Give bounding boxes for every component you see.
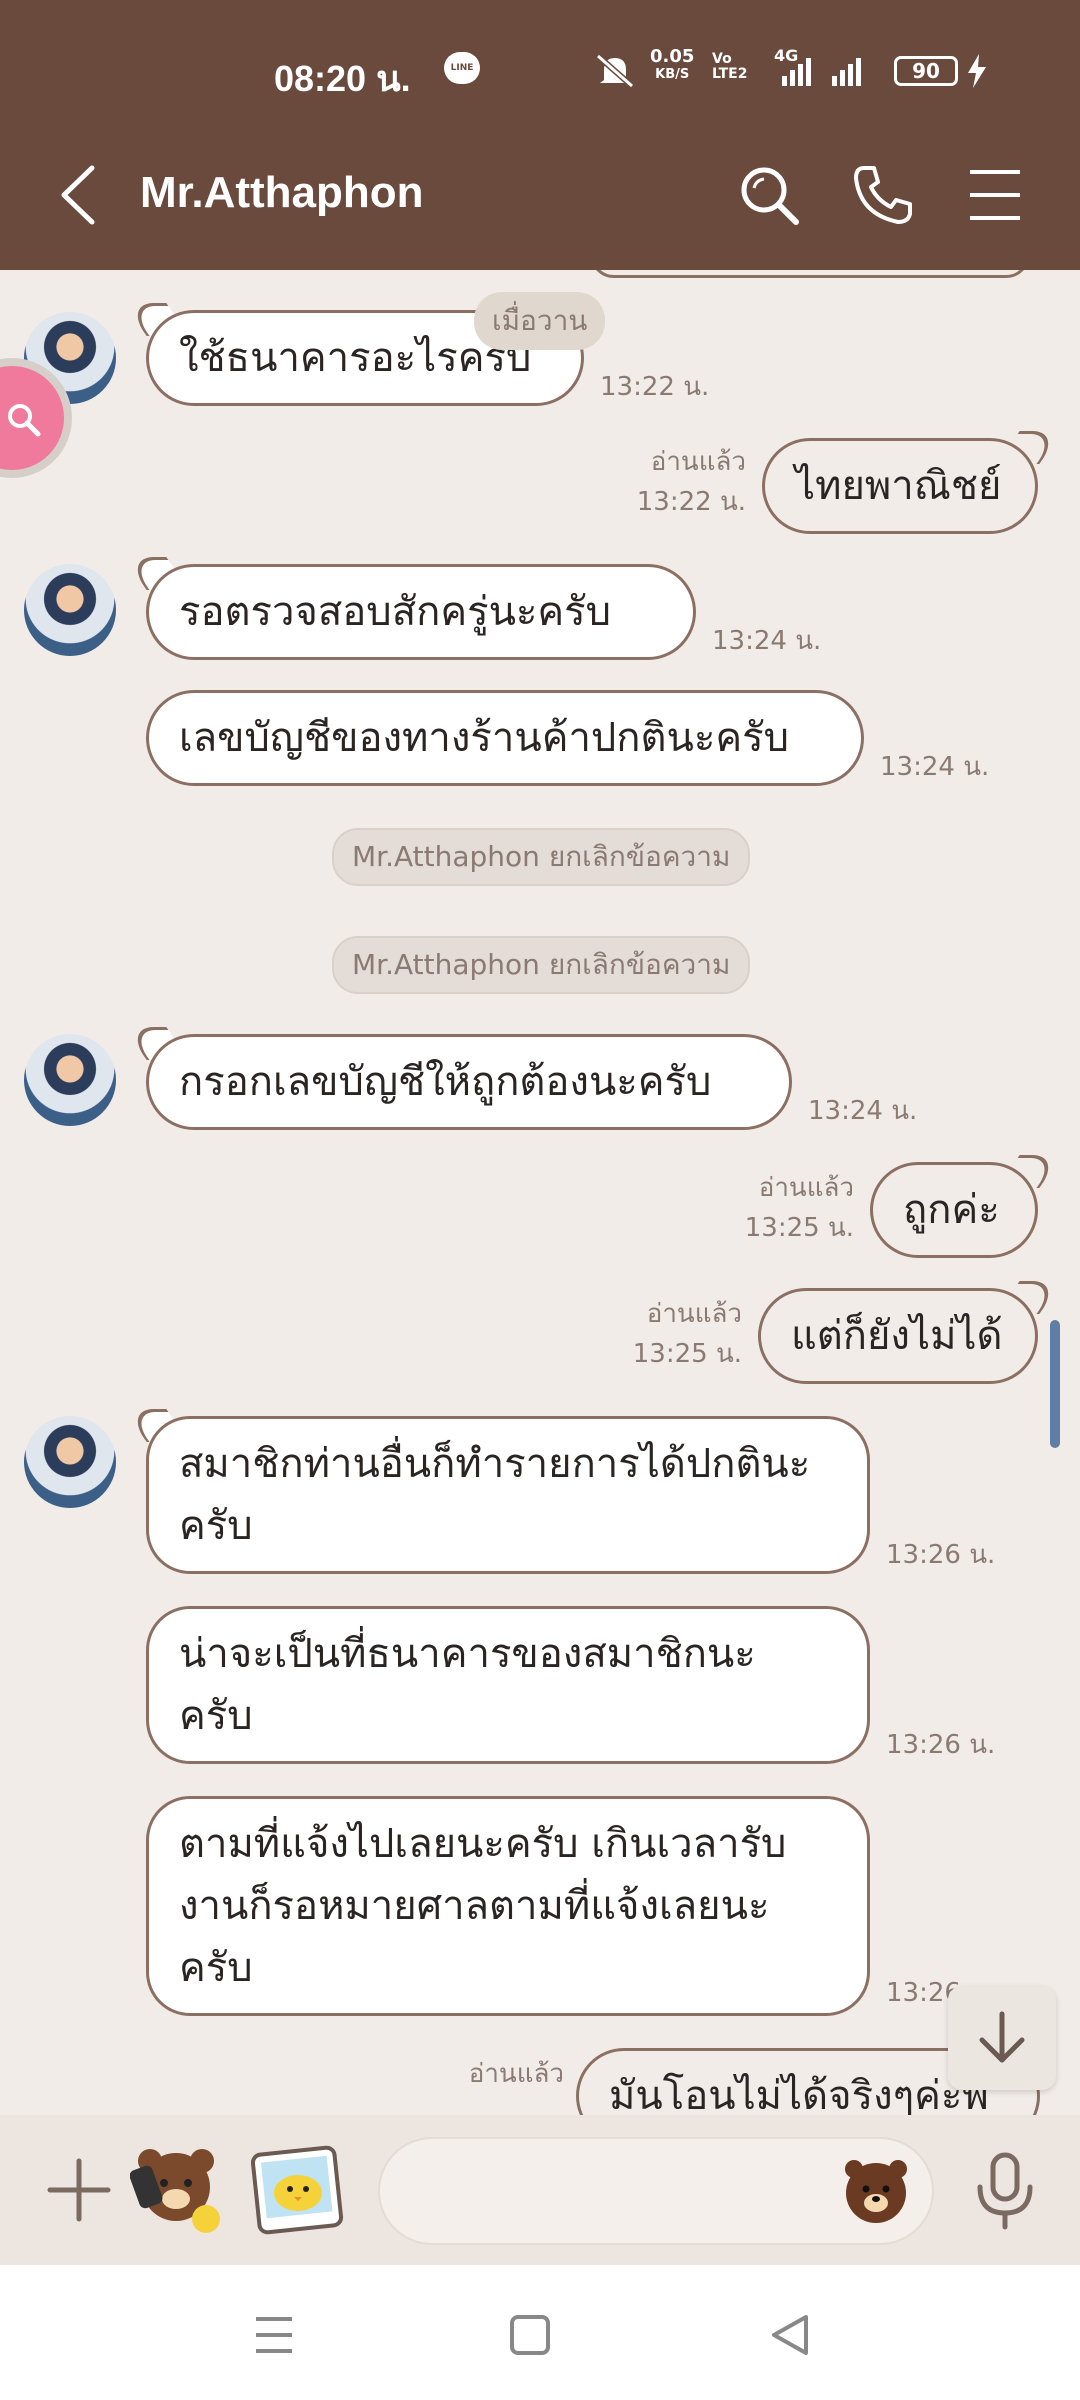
read-receipt: อ่านแล้ว 13:25 น. bbox=[744, 1173, 854, 1243]
read-receipt: อ่านแล้ว 13:22 น. bbox=[636, 447, 746, 517]
message-time: 13:26 น. bbox=[886, 1540, 996, 1570]
message-input-bar bbox=[0, 2115, 1080, 2265]
message-text: ไทยพาณิชย์ bbox=[795, 463, 1002, 509]
line-app-icon: LINE bbox=[444, 52, 480, 84]
scroll-indicator[interactable] bbox=[1050, 1320, 1060, 1448]
message-bubble[interactable]: เลขบัญชีของทางร้านค้าปกติ​นะครับ bbox=[146, 690, 864, 786]
search-icon bbox=[8, 404, 41, 437]
date-label: เมื่อวาน bbox=[474, 292, 606, 350]
avatar[interactable] bbox=[24, 564, 116, 656]
read-receipt: อ่านแล้ว 13:25 น. bbox=[632, 1299, 742, 1369]
message-text: น่าจะเป็นที่ธนาคารของสมาชิกนะ ครับ bbox=[179, 1631, 756, 1739]
message-bubble[interactable]: แต่ก็ยังไม่ได้ bbox=[758, 1288, 1038, 1384]
top-bar: 08:20 น. LINE 0.05 KB/S Vo LTE2 4G 90 Mr… bbox=[0, 0, 1080, 270]
message-text: สมาชิกท่านอื่นก็ทำรายการได้ปกตินะ ครับ bbox=[179, 1441, 811, 1549]
chat-title: Mr.Atthaphon bbox=[140, 168, 424, 217]
mute-icon bbox=[596, 53, 634, 89]
message-text: ถูกค่ะ bbox=[903, 1187, 1000, 1233]
partial-bubble bbox=[590, 270, 1030, 278]
message-text: กรอกเลขบัญชีให้ถูกต้องนะครับ bbox=[179, 1059, 712, 1105]
recent-apps-icon[interactable] bbox=[244, 2305, 304, 2365]
message-time: 13:24 น. bbox=[880, 752, 990, 782]
scroll-to-bottom-button[interactable] bbox=[948, 1986, 1056, 2090]
microphone-icon[interactable] bbox=[970, 2151, 1040, 2231]
message-time: 13:22 น. bbox=[600, 372, 710, 402]
system-nav-bar bbox=[0, 2265, 1080, 2400]
system-message: Mr.Atthaphon ยกเลิกข้อความ bbox=[332, 828, 751, 886]
status-time: 08:20 น. bbox=[274, 58, 411, 99]
chat-area[interactable]: ใช้ธนาคารอะไรครับ เมื่อวาน 13:22 น. อ่าน… bbox=[0, 270, 1080, 2115]
message-bubble[interactable]: ตามที่แจ้งไปเลยนะครับ เกินเวลารับ งานก็ร… bbox=[146, 1796, 870, 2016]
message-text: แต่ก็ยังไม่ได้ bbox=[791, 1313, 1003, 1359]
read-receipt: อ่านแล้ว bbox=[468, 2059, 564, 2089]
sticker-button[interactable] bbox=[130, 2139, 230, 2239]
message-time: 13:24 น. bbox=[808, 1096, 918, 1126]
message-bubble[interactable]: สมาชิกท่านอื่นก็ทำรายการได้ปกตินะ ครับ bbox=[146, 1416, 870, 1574]
system-message: Mr.Atthaphon ยกเลิกข้อความ bbox=[332, 936, 751, 994]
chat-header: Mr.Atthaphon bbox=[0, 150, 1080, 240]
message-bubble[interactable]: ไทยพาณิชย์ bbox=[762, 438, 1038, 534]
message-bubble[interactable]: น่าจะเป็นที่ธนาคารของสมาชิกนะ ครับ bbox=[146, 1606, 870, 1764]
charging-icon bbox=[968, 54, 986, 88]
back-nav-icon[interactable] bbox=[760, 2305, 820, 2365]
menu-icon[interactable] bbox=[962, 162, 1028, 228]
arrow-down-icon bbox=[979, 2011, 1025, 2063]
home-icon[interactable] bbox=[500, 2305, 560, 2365]
plus-icon[interactable] bbox=[44, 2155, 114, 2225]
message-text: ตามที่แจ้งไปเลยนะครับ เกินเวลารับ งานก็ร… bbox=[179, 1821, 787, 1991]
message-bubble[interactable]: ถูกค่ะ bbox=[870, 1162, 1038, 1258]
status-bar: 08:20 น. LINE 0.05 KB/S Vo LTE2 4G 90 bbox=[0, 46, 1080, 99]
avatar[interactable] bbox=[24, 1034, 116, 1126]
avatar[interactable] bbox=[24, 1416, 116, 1508]
message-bubble[interactable]: กรอกเลขบัญชีให้ถูกต้องนะครับ bbox=[146, 1034, 792, 1130]
sticker-shop-button[interactable] bbox=[250, 2145, 344, 2235]
search-icon[interactable] bbox=[736, 162, 802, 228]
volte-indicator: Vo LTE2 bbox=[712, 51, 748, 82]
net-speed: 0.05 KB/S bbox=[650, 46, 695, 83]
message-time: 13:24 น. bbox=[712, 626, 822, 656]
message-text: รอตรวจสอบสักครู่นะครับ bbox=[179, 589, 612, 635]
message-text: มันโอนไม่ได้จริงๆค่ะพ bbox=[609, 2073, 989, 2115]
emoji-icon[interactable] bbox=[840, 2155, 912, 2225]
back-button[interactable] bbox=[52, 162, 108, 228]
message-text: เลขบัญชีของทางร้านค้าปกติ​นะครับ bbox=[179, 715, 789, 761]
signal-icon bbox=[782, 58, 861, 86]
battery-indicator: 90 bbox=[894, 56, 958, 86]
message-bubble[interactable]: รอตรวจสอบสักครู่นะครับ bbox=[146, 564, 696, 660]
phone-icon[interactable] bbox=[850, 162, 916, 228]
message-time: 13:26 น. bbox=[886, 1730, 996, 1760]
